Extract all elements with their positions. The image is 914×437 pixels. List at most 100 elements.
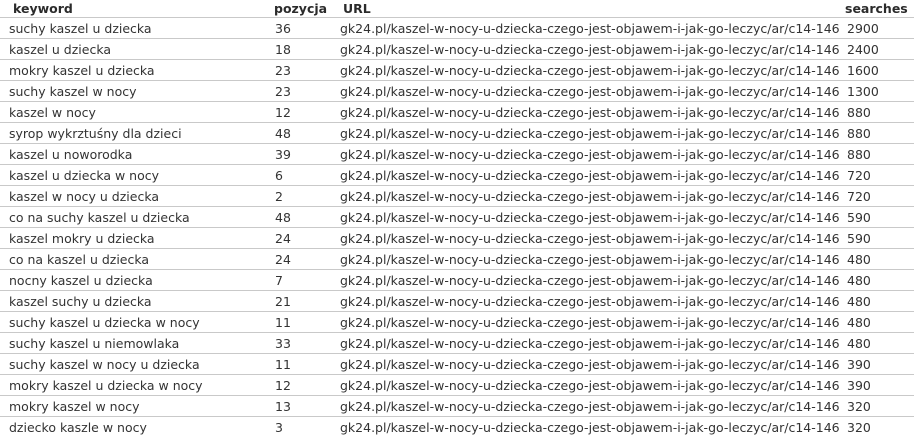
position-cell: 11: [271, 311, 337, 333]
searches-cell: 880: [840, 143, 914, 165]
table-row: kaszel suchy u dziecka 21 gk24.pl/kaszel-w…: [0, 290, 914, 312]
searches-cell: 880: [840, 101, 914, 123]
url-cell: gk24.pl/kaszel-w-nocy-u-dziecka-czego-je…: [337, 164, 840, 186]
position-cell: 12: [271, 374, 337, 396]
column-header-keyword: keyword: [13, 1, 73, 16]
position-cell: 7: [271, 269, 337, 291]
keyword-cell: kaszel mokry u dziecka: [0, 227, 271, 249]
table-row: kaszel w nocy u dziecka 2 gk24.pl/kaszel-w…: [0, 185, 914, 207]
url-cell: gk24.pl/kaszel-w-nocy-u-dziecka-czego-je…: [337, 353, 840, 375]
url-cell: gk24.pl/kaszel-w-nocy-u-dziecka-czego-je…: [337, 269, 840, 291]
table-row: suchy kaszel w nocy u dziecka 11 gk24.pl/k…: [0, 353, 914, 375]
position-cell: 23: [271, 80, 337, 102]
searches-cell: 1600: [840, 59, 914, 81]
keyword-cell: kaszel u dziecka w nocy: [0, 164, 271, 186]
position-cell: 2: [271, 185, 337, 207]
table-row: suchy kaszel w nocy 23 gk24.pl/kaszel-w-no…: [0, 80, 914, 102]
position-cell: 12: [271, 101, 337, 123]
table-body: suchy kaszel u dziecka 36 gk24.pl/kaszel-w…: [0, 17, 914, 437]
table-row: kaszel u noworodka 39 gk24.pl/kaszel-w-noc…: [0, 143, 914, 165]
keyword-cell: suchy kaszel w nocy: [0, 80, 271, 102]
url-cell: gk24.pl/kaszel-w-nocy-u-dziecka-czego-je…: [337, 206, 840, 228]
position-cell: 48: [271, 122, 337, 144]
searches-cell: 880: [840, 122, 914, 144]
position-cell: 39: [271, 143, 337, 165]
table-row: kaszel mokry u dziecka 24 gk24.pl/kaszel-w…: [0, 227, 914, 249]
table-header: keyword pozycja URL searches: [0, 0, 914, 18]
table-row: suchy kaszel u dziecka w nocy 11 gk24.pl/k…: [0, 311, 914, 333]
keyword-cell: kaszel w nocy: [0, 101, 271, 123]
table-row: co na suchy kaszel u dziecka 48 gk24.pl/ka…: [0, 206, 914, 228]
position-cell: 36: [271, 17, 337, 39]
searches-cell: 720: [840, 185, 914, 207]
position-cell: 24: [271, 248, 337, 270]
searches-cell: 2400: [840, 38, 914, 60]
position-cell: 6: [271, 164, 337, 186]
url-cell: gk24.pl/kaszel-w-nocy-u-dziecka-czego-je…: [337, 59, 840, 81]
column-header-url: URL: [343, 1, 371, 16]
searches-cell: 320: [840, 416, 914, 437]
keyword-cell: kaszel suchy u dziecka: [0, 290, 271, 312]
table-row: dziecko kaszle w nocy 3 gk24.pl/kaszel-w-n…: [0, 416, 914, 437]
table-row: suchy kaszel u niemowlaka 33 gk24.pl/kasze…: [0, 332, 914, 354]
url-cell: gk24.pl/kaszel-w-nocy-u-dziecka-czego-je…: [337, 374, 840, 396]
searches-cell: 320: [840, 395, 914, 417]
url-cell: gk24.pl/kaszel-w-nocy-u-dziecka-czego-je…: [337, 38, 840, 60]
searches-cell: 2900: [840, 17, 914, 39]
searches-cell: 590: [840, 227, 914, 249]
table-row: nocny kaszel u dziecka 7 gk24.pl/kaszel-w-…: [0, 269, 914, 291]
position-cell: 13: [271, 395, 337, 417]
searches-cell: 480: [840, 311, 914, 333]
table-row: suchy kaszel u dziecka 36 gk24.pl/kaszel-w…: [0, 17, 914, 39]
keyword-cell: kaszel w nocy u dziecka: [0, 185, 271, 207]
url-cell: gk24.pl/kaszel-w-nocy-u-dziecka-czego-je…: [337, 122, 840, 144]
column-header-pozycja: pozycja: [274, 1, 328, 16]
searches-cell: 390: [840, 353, 914, 375]
position-cell: 11: [271, 353, 337, 375]
searches-cell: 1300: [840, 80, 914, 102]
url-cell: gk24.pl/kaszel-w-nocy-u-dziecka-czego-je…: [337, 227, 840, 249]
searches-cell: 480: [840, 248, 914, 270]
position-cell: 21: [271, 290, 337, 312]
keyword-cell: suchy kaszel u dziecka w nocy: [0, 311, 271, 333]
table-row: mokry kaszel w nocy 13 gk24.pl/kaszel-w-no…: [0, 395, 914, 417]
keyword-cell: mokry kaszel u dziecka w nocy: [0, 374, 271, 396]
position-cell: 23: [271, 59, 337, 81]
searches-cell: 590: [840, 206, 914, 228]
keyword-cell: dziecko kaszle w nocy: [0, 416, 271, 437]
url-cell: gk24.pl/kaszel-w-nocy-u-dziecka-czego-je…: [337, 101, 840, 123]
keyword-cell: mokry kaszel w nocy: [0, 395, 271, 417]
keyword-cell: suchy kaszel u niemowlaka: [0, 332, 271, 354]
keyword-cell: co na kaszel u dziecka: [0, 248, 271, 270]
url-cell: gk24.pl/kaszel-w-nocy-u-dziecka-czego-je…: [337, 248, 840, 270]
position-cell: 48: [271, 206, 337, 228]
position-cell: 18: [271, 38, 337, 60]
keyword-table: keyword pozycja URL searches suchy kasze…: [0, 0, 914, 437]
keyword-cell: kaszel u dziecka: [0, 38, 271, 60]
position-cell: 3: [271, 416, 337, 437]
url-cell: gk24.pl/kaszel-w-nocy-u-dziecka-czego-je…: [337, 185, 840, 207]
searches-cell: 480: [840, 290, 914, 312]
url-cell: gk24.pl/kaszel-w-nocy-u-dziecka-czego-je…: [337, 311, 840, 333]
url-cell: gk24.pl/kaszel-w-nocy-u-dziecka-czego-je…: [337, 332, 840, 354]
table-row: syrop wykrztuśny dla dzieci 48 gk24.pl/kas…: [0, 122, 914, 144]
searches-cell: 480: [840, 269, 914, 291]
keyword-cell: kaszel u noworodka: [0, 143, 271, 165]
header-row: keyword pozycja URL searches: [0, 0, 914, 18]
column-header-searches: searches: [845, 1, 908, 16]
url-cell: gk24.pl/kaszel-w-nocy-u-dziecka-czego-je…: [337, 416, 840, 437]
table-row: kaszel u dziecka 18 gk24.pl/kaszel-w-nocy-…: [0, 38, 914, 60]
keyword-cell: nocny kaszel u dziecka: [0, 269, 271, 291]
keyword-cell: co na suchy kaszel u dziecka: [0, 206, 271, 228]
keyword-cell: suchy kaszel u dziecka: [0, 17, 271, 39]
table-row: co na kaszel u dziecka 24 gk24.pl/kaszel-w…: [0, 248, 914, 270]
searches-cell: 720: [840, 164, 914, 186]
table-row: mokry kaszel u dziecka w nocy 12 gk24.pl/k…: [0, 374, 914, 396]
table-row: kaszel w nocy 12 gk24.pl/kaszel-w-nocy-u-d…: [0, 101, 914, 123]
url-cell: gk24.pl/kaszel-w-nocy-u-dziecka-czego-je…: [337, 395, 840, 417]
url-cell: gk24.pl/kaszel-w-nocy-u-dziecka-czego-je…: [337, 80, 840, 102]
table-row: mokry kaszel u dziecka 23 gk24.pl/kaszel-w…: [0, 59, 914, 81]
url-cell: gk24.pl/kaszel-w-nocy-u-dziecka-czego-je…: [337, 290, 840, 312]
keyword-cell: mokry kaszel u dziecka: [0, 59, 271, 81]
position-cell: 24: [271, 227, 337, 249]
